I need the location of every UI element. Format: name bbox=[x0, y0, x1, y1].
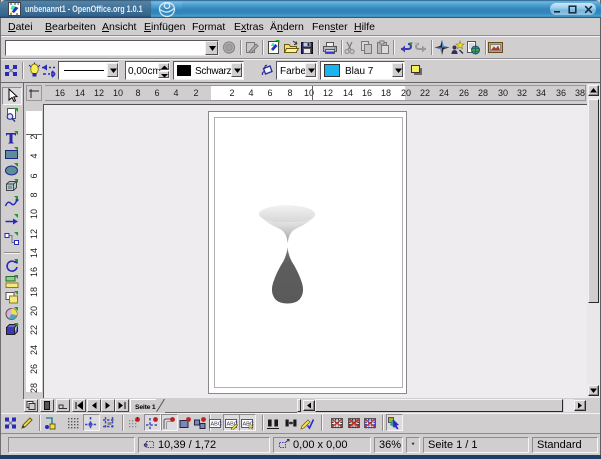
svg-text:ABC: ABC bbox=[211, 422, 222, 428]
